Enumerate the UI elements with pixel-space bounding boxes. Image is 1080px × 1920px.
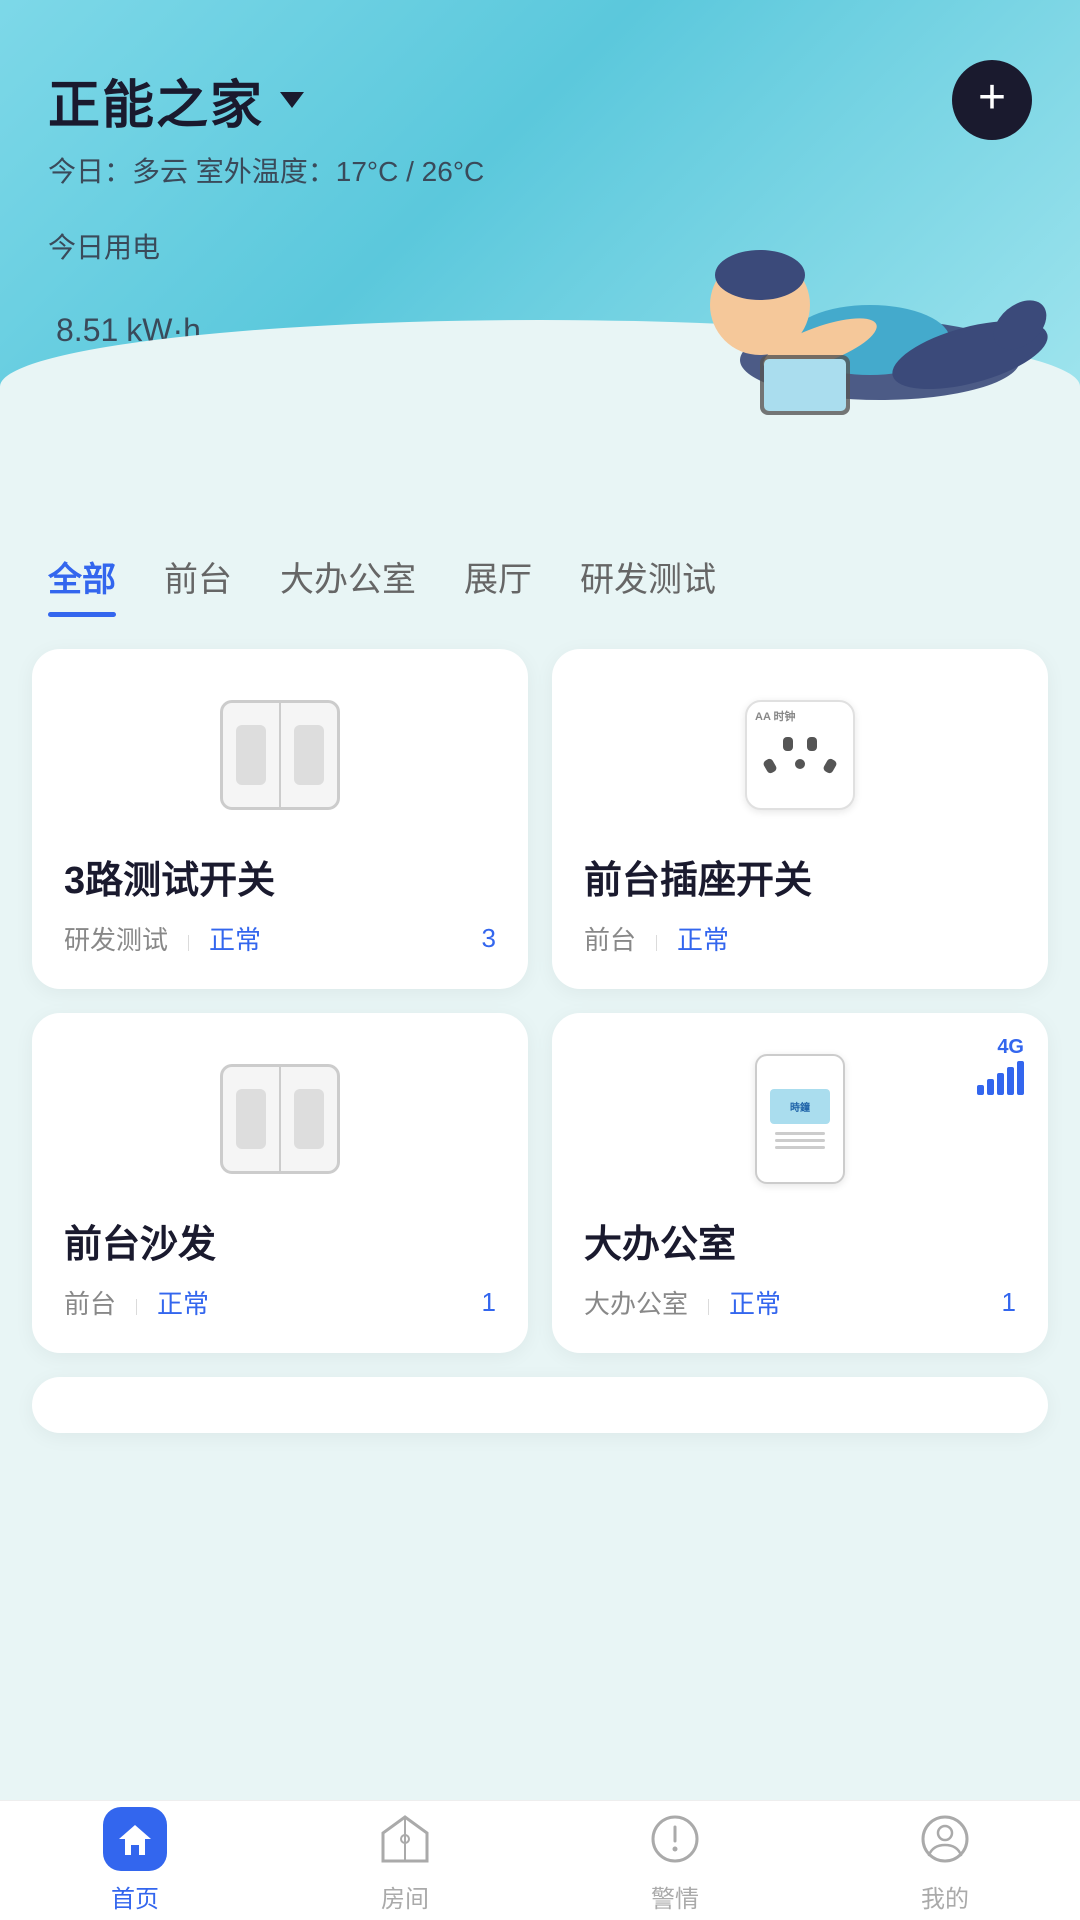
- device-count-1: 3: [482, 923, 496, 954]
- device-status-3: 正常: [157, 1289, 209, 1319]
- device-icon-area-2: AA 时钟: [584, 685, 1016, 825]
- device-icon-area-1: [64, 685, 496, 825]
- tabs-row: 全部 前台 大办公室 展厅 研发测试: [48, 552, 1032, 617]
- add-device-button[interactable]: +: [952, 60, 1032, 140]
- devices-grid: 3路测试开关 研发测试 ｜ 正常 3 AA 时钟: [32, 649, 1048, 1353]
- device-meta-4: 大办公室 ｜ 正常 1: [584, 1284, 1016, 1321]
- hero-section: 正能之家 + 今日：多云 室外温度：17°C / 26°C 今日用电 8.51k…: [0, 0, 1080, 520]
- meter-icon: 時鐘: [755, 1054, 845, 1184]
- device-status-1: 正常: [209, 925, 261, 955]
- 4g-signal-indicator: 4G: [977, 1037, 1024, 1095]
- home-title-row: 正能之家: [48, 63, 308, 138]
- device-count-3: 1: [482, 1287, 496, 1318]
- device-icon-area-3: [64, 1049, 496, 1189]
- mine-icon: [917, 1811, 973, 1867]
- switch-icon-2gang-2: [220, 1064, 340, 1174]
- alert-nav-icon: [643, 1807, 707, 1871]
- home-title: 正能之家: [48, 63, 264, 138]
- nav-label-home: 首页: [111, 1879, 159, 1914]
- tab-rd[interactable]: 研发测试: [580, 552, 716, 617]
- device-meta-3: 前台 ｜ 正常 1: [64, 1284, 496, 1321]
- nav-label-mine: 我的: [921, 1879, 969, 1914]
- device-count-4: 1: [1002, 1287, 1016, 1318]
- room-icon: [377, 1811, 433, 1867]
- device-meta-1: 研发测试 ｜ 正常 3: [64, 920, 496, 957]
- device-name-3: 前台沙发: [64, 1213, 496, 1268]
- device-card-3[interactable]: 前台沙发 前台 ｜ 正常 1: [32, 1013, 528, 1353]
- signal-bars: [977, 1061, 1024, 1095]
- device-location-3: 前台: [64, 1289, 116, 1319]
- mine-nav-icon: [913, 1807, 977, 1871]
- nav-item-alert[interactable]: 警情: [540, 1807, 810, 1914]
- nav-label-room: 房间: [381, 1879, 429, 1914]
- switch-icon-2gang: [220, 700, 340, 810]
- device-location-4: 大办公室: [584, 1289, 688, 1319]
- nav-item-mine[interactable]: 我的: [810, 1807, 1080, 1914]
- dropdown-arrow-icon: [280, 92, 304, 108]
- home-nav-icon: [103, 1807, 167, 1871]
- header-row: 正能之家 +: [48, 60, 1032, 140]
- device-location-1: 研发测试: [64, 925, 168, 955]
- partial-card: [32, 1377, 1048, 1433]
- device-meta-2: 前台 ｜ 正常: [584, 920, 1016, 957]
- tabs-section: 全部 前台 大办公室 展厅 研发测试: [0, 520, 1080, 617]
- person-illustration: [680, 160, 1060, 440]
- tab-front[interactable]: 前台: [164, 552, 232, 617]
- tab-exhibition[interactable]: 展厅: [464, 552, 532, 617]
- tab-office[interactable]: 大办公室: [280, 552, 416, 617]
- devices-section: 3路测试开关 研发测试 ｜ 正常 3 AA 时钟: [0, 617, 1080, 1553]
- add-icon: +: [978, 74, 1006, 122]
- dropdown-button[interactable]: [276, 84, 308, 116]
- nav-item-room[interactable]: 房间: [270, 1807, 540, 1914]
- device-name-2: 前台插座开关: [584, 849, 1016, 904]
- device-card-1[interactable]: 3路测试开关 研发测试 ｜ 正常 3: [32, 649, 528, 989]
- device-name-1: 3路测试开关: [64, 849, 496, 904]
- device-status-4: 正常: [729, 1289, 781, 1319]
- nav-label-alert: 警情: [651, 1879, 699, 1914]
- nav-item-home[interactable]: 首页: [0, 1807, 270, 1914]
- device-card-2[interactable]: AA 时钟 前台插座开关: [552, 649, 1048, 989]
- bottom-navigation: 首页 房间 警情 我的: [0, 1800, 1080, 1920]
- tab-all[interactable]: 全部: [48, 552, 116, 617]
- device-card-4[interactable]: 4G 時鐘: [552, 1013, 1048, 1353]
- device-name-4: 大办公室: [584, 1213, 1016, 1268]
- device-icon-area-4: 時鐘: [584, 1049, 1016, 1189]
- home-icon: [115, 1819, 155, 1859]
- room-nav-icon: [373, 1807, 437, 1871]
- alert-icon: [647, 1811, 703, 1867]
- device-location-2: 前台: [584, 925, 636, 955]
- socket-icon: AA 时钟: [745, 700, 855, 810]
- device-status-2: 正常: [677, 925, 729, 955]
